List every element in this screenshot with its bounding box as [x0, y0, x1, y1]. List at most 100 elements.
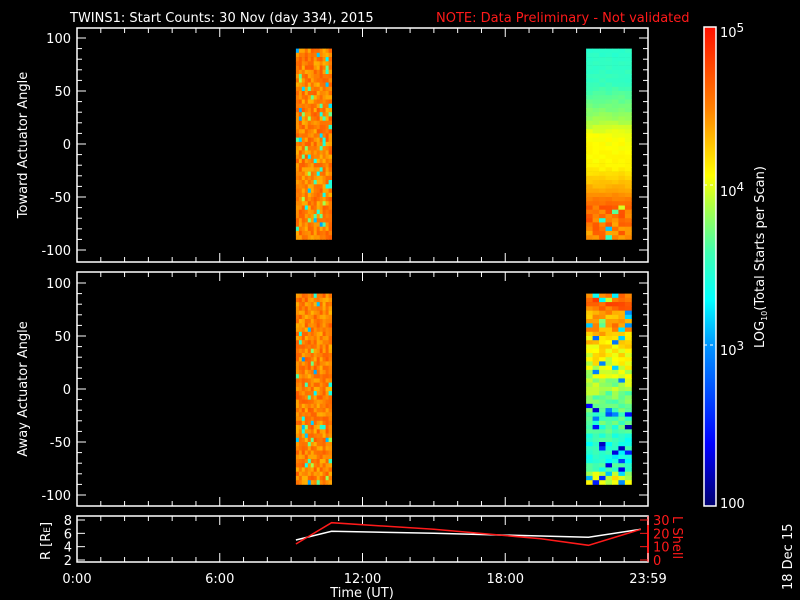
heatmap-cell [313, 48, 318, 54]
heatmap-cell [624, 480, 632, 485]
heatmap-cell [298, 382, 303, 388]
y-tick-label: 100 [46, 32, 71, 47]
heatmap-cell [304, 293, 309, 299]
heatmap-cell [624, 306, 632, 311]
heatmap-cell [325, 378, 329, 383]
heatmap-cell [599, 412, 606, 417]
heatmap-cell [612, 395, 619, 400]
heatmap-cell [586, 124, 593, 130]
heatmap-cell [316, 205, 321, 211]
heatmap-cell [592, 412, 600, 417]
heatmap-cell [301, 197, 306, 202]
heatmap-cell [304, 214, 309, 219]
heatmap-cell [586, 78, 593, 83]
heatmap-cell [295, 467, 300, 472]
heatmap-cell [313, 124, 318, 130]
heatmap-cell [316, 480, 321, 485]
heatmap-cell [295, 459, 300, 464]
heatmap-cell [310, 112, 315, 117]
heatmap-cell [307, 48, 312, 54]
heatmap-cell [298, 344, 303, 350]
heatmap-cell [612, 158, 619, 164]
heatmap-cell [316, 348, 321, 354]
heatmap-cell [618, 137, 626, 143]
heatmap-cell [319, 129, 324, 134]
heatmap-cell [618, 141, 626, 147]
heatmap-cell [319, 61, 324, 66]
heatmap-cell [304, 365, 309, 371]
y-tick-label: 0 [63, 138, 71, 153]
heatmap-cell [612, 314, 619, 320]
heatmap-cell [319, 150, 324, 155]
heatmap-cell [618, 475, 626, 481]
heatmap-cell [328, 91, 332, 96]
heatmap-cell [310, 78, 315, 83]
heatmap-cell [298, 463, 303, 468]
heatmap-cell [612, 416, 619, 422]
heatmap-cell [325, 433, 329, 439]
heatmap-cell [605, 437, 613, 443]
heatmap-cell [301, 124, 306, 130]
heatmap-cell [313, 150, 318, 155]
heatmap-cell [313, 95, 318, 100]
heatmap-cell [301, 297, 306, 303]
heatmap-cell [322, 235, 326, 240]
heatmap-cell [328, 437, 332, 443]
heatmap-cell [301, 442, 306, 447]
heatmap-cell [319, 108, 324, 113]
heatmap-cell [313, 297, 318, 303]
heatmap-cell [322, 459, 326, 464]
heatmap-cell [328, 378, 332, 383]
heatmap-cell [599, 86, 606, 92]
heatmap-cell [592, 188, 600, 194]
heatmap-cell [618, 163, 626, 168]
heatmap-cell [586, 86, 593, 92]
heatmap-cell [322, 463, 326, 468]
heatmap-cell [605, 158, 613, 164]
heatmap-cell [599, 133, 606, 138]
heatmap-cell [592, 218, 600, 223]
heatmap-cell [612, 171, 619, 177]
heatmap-cell [612, 374, 619, 379]
heatmap-cell [313, 446, 318, 451]
heatmap-cell [605, 433, 613, 439]
heatmap-cell [612, 209, 619, 215]
heatmap-cell [599, 235, 606, 240]
heatmap-cell [316, 331, 321, 337]
heatmap-cell [301, 408, 306, 413]
heatmap-cell [599, 323, 606, 328]
heatmap-cell [301, 391, 306, 396]
heatmap-cell [624, 314, 632, 320]
heatmap-cell [307, 327, 312, 333]
heatmap-cell [313, 230, 318, 236]
heatmap-cell [325, 467, 329, 472]
heatmap-cell [325, 463, 329, 468]
heatmap-cell [612, 425, 619, 430]
heatmap-cell [322, 408, 326, 413]
heatmap-cell [310, 378, 315, 383]
heatmap-cell [304, 471, 309, 477]
heatmap-cell [316, 95, 321, 100]
heatmap-cell [310, 61, 315, 66]
heatmap-cell [618, 129, 626, 134]
heatmap-cell [592, 378, 600, 383]
heatmap-cell [295, 374, 300, 379]
heatmap-cell [586, 429, 593, 434]
heatmap-cell [319, 361, 324, 366]
heatmap-cell [313, 205, 318, 211]
heatmap-cell [618, 395, 626, 400]
heatmap-cell [605, 446, 613, 451]
heatmap-cell [295, 365, 300, 371]
heatmap-cell [310, 222, 315, 227]
heatmap-cell [624, 86, 632, 92]
heatmap-cell [592, 353, 600, 358]
heatmap-cell [624, 74, 632, 79]
heatmap-cell [592, 391, 600, 396]
heatmap-cell [592, 69, 600, 75]
heatmap-cell [316, 340, 321, 345]
heatmap-cell [328, 65, 332, 71]
heatmap-cell [304, 86, 309, 92]
heatmap-cell [328, 167, 332, 172]
heatmap-cell [301, 184, 306, 189]
heatmap-cell [313, 293, 318, 299]
